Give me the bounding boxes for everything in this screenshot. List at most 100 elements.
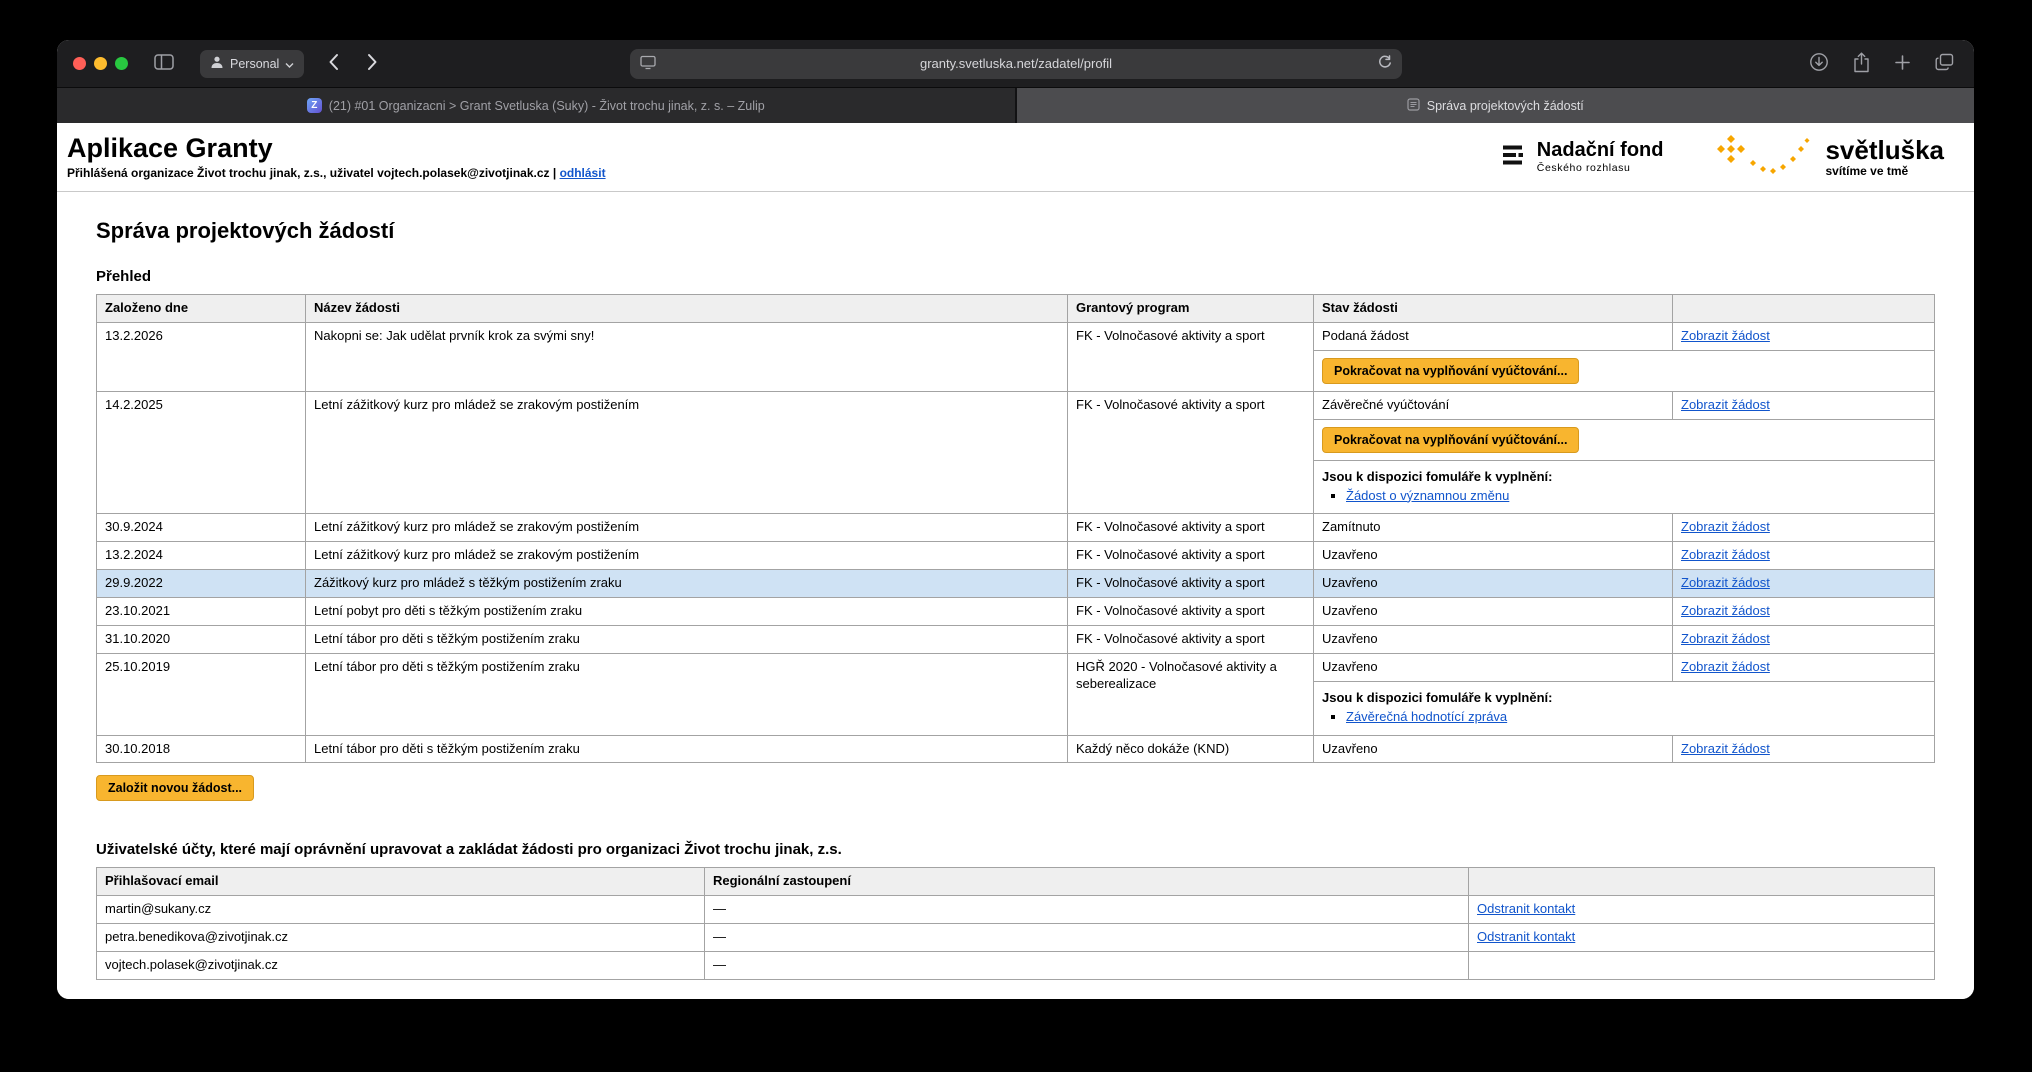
site-header-logos: Nadační fond Českého rozhlasu — [1502, 133, 1950, 182]
back-button[interactable] — [324, 49, 343, 78]
view-application-link[interactable]: Zobrazit žádost — [1681, 547, 1770, 562]
profile-label: Personal — [230, 57, 279, 71]
window-controls — [73, 57, 128, 70]
cell-application-name: Letní zážitkový kurz pro mládež se zrako… — [306, 514, 1068, 542]
cell-created-date: 30.10.2018 — [97, 735, 306, 763]
view-application-link[interactable]: Zobrazit žádost — [1681, 397, 1770, 412]
cell-email: vojtech.polasek@zivotjinak.cz — [97, 952, 705, 980]
cell-status: Uzavřeno — [1314, 735, 1673, 763]
cell-actions: Zobrazit žádost — [1673, 653, 1935, 681]
cell-status: Uzavřeno — [1314, 598, 1673, 626]
remove-contact-link[interactable]: Odstranit kontakt — [1477, 901, 1575, 916]
new-tab-button[interactable] — [1890, 50, 1915, 78]
svetluska-line1: světluška — [1825, 137, 1944, 163]
forward-button[interactable] — [363, 49, 382, 78]
overview-heading: Přehled — [96, 268, 1934, 285]
new-request-button[interactable]: Založit novou žádost... — [96, 775, 254, 801]
cell-region: — — [705, 924, 1469, 952]
form-link[interactable]: Závěrečná hodnotící zpráva — [1346, 709, 1507, 724]
cell-grant-program: FK - Volnočasové aktivity a sport — [1068, 322, 1314, 391]
tab-sprava-zadosti[interactable]: Správa projektových žádostí — [1017, 88, 1975, 123]
profile-button[interactable]: Personal — [200, 50, 304, 78]
view-application-link[interactable]: Zobrazit žádost — [1681, 519, 1770, 534]
cell-created-date: 14.2.2025 — [97, 391, 306, 514]
continue-settlement-button[interactable]: Pokračovat na vyplňování vyúčtování... — [1322, 358, 1579, 384]
cell-application-name: Letní zážitkový kurz pro mládež se zrako… — [306, 542, 1068, 570]
page-content: Aplikace Granty Přihlášená organizace Ži… — [57, 123, 1974, 999]
cell-grant-program: FK - Volnočasové aktivity a sport — [1068, 542, 1314, 570]
cell-created-date: 31.10.2020 — [97, 626, 306, 654]
tab-zulip[interactable]: Z (21) #01 Organizacni > Grant Svetluska… — [57, 88, 1015, 123]
cell-created-date: 13.2.2024 — [97, 542, 306, 570]
nadacni-fond-line1: Nadační fond — [1537, 140, 1664, 160]
view-application-link[interactable]: Zobrazit žádost — [1681, 631, 1770, 646]
chevron-left-icon — [328, 53, 339, 74]
url-text: granty.svetluska.net/zadatel/profil — [656, 56, 1377, 71]
chevron-down-icon — [285, 57, 294, 71]
close-window-button[interactable] — [73, 57, 86, 70]
tab-overview-button[interactable] — [1931, 49, 1958, 78]
view-application-link[interactable]: Zobrazit žádost — [1681, 741, 1770, 756]
main-area: Správa projektových žádostí Přehled Zalo… — [57, 192, 1974, 980]
cell-status: Uzavřeno — [1314, 653, 1673, 681]
cell-actions: Zobrazit žádost — [1673, 598, 1935, 626]
accounts-heading: Uživatelské účty, které mají oprávnění u… — [96, 841, 1934, 858]
reload-icon[interactable] — [1377, 55, 1392, 73]
logout-link[interactable]: odhlásit — [560, 166, 606, 180]
cell-application-name: Letní zážitkový kurz pro mládež se zrako… — [306, 391, 1068, 514]
view-application-link[interactable]: Zobrazit žádost — [1681, 328, 1770, 343]
cell-grant-program: FK - Volnočasové aktivity a sport — [1068, 570, 1314, 598]
form-link[interactable]: Žádost o významnou změnu — [1346, 488, 1509, 503]
user-icon — [210, 55, 224, 72]
address-bar[interactable]: granty.svetluska.net/zadatel/profil — [630, 49, 1402, 79]
svetluska-dots-icon — [1715, 133, 1815, 182]
cell-continue-settlement: Pokračovat na vyplňování vyúčtování... — [1314, 419, 1935, 460]
tab-overview-icon — [1935, 53, 1954, 74]
minimize-window-button[interactable] — [94, 57, 107, 70]
overview-header-row: Založeno dneNázev žádostiGrantový progra… — [97, 295, 1935, 323]
application-row: 31.10.2020Letní tábor pro děti s těžkým … — [97, 626, 1935, 654]
cell-application-name: Letní tábor pro děti s těžkým postižením… — [306, 735, 1068, 763]
accounts-header-row: Přihlašovací emailRegionální zastoupení — [97, 868, 1935, 896]
zoom-window-button[interactable] — [115, 57, 128, 70]
overview-column-header: Název žádosti — [306, 295, 1068, 323]
cell-email: martin@sukany.cz — [97, 896, 705, 924]
cell-actions: Zobrazit žádost — [1673, 391, 1935, 419]
cell-available-forms: Jsou k dispozici fomuláře k vyplnění:Žád… — [1314, 460, 1935, 514]
view-application-link[interactable]: Zobrazit žádost — [1681, 603, 1770, 618]
nadacni-fond-text: Nadační fond Českého rozhlasu — [1537, 140, 1664, 174]
cell-application-name: Letní tábor pro děti s těžkým postižením… — [306, 653, 1068, 735]
cell-status: Uzavřeno — [1314, 626, 1673, 654]
account-row: martin@sukany.cz—Odstranit kontakt — [97, 896, 1935, 924]
downloads-button[interactable] — [1805, 48, 1833, 79]
page-favicon — [1407, 98, 1420, 114]
cell-continue-settlement: Pokračovat na vyplňování vyúčtování... — [1314, 350, 1935, 391]
application-row: 29.9.2022Zážitkový kurz pro mládež s těž… — [97, 570, 1935, 598]
overview-column-header: Založeno dne — [97, 295, 306, 323]
cell-grant-program: HGŘ 2020 - Volnočasové aktivity a sebere… — [1068, 653, 1314, 735]
cell-status: Zamítnuto — [1314, 514, 1673, 542]
cell-account-actions — [1469, 952, 1935, 980]
share-button[interactable] — [1849, 48, 1874, 80]
overview-table: Založeno dneNázev žádostiGrantový progra… — [96, 294, 1935, 763]
view-application-link[interactable]: Zobrazit žádost — [1681, 575, 1770, 590]
application-row: 23.10.2021Letní pobyt pro děti s těžkým … — [97, 598, 1935, 626]
tab-label: (21) #01 Organizacni > Grant Svetluska (… — [329, 99, 765, 113]
share-icon — [1853, 52, 1870, 76]
sidebar-icon — [154, 54, 174, 73]
toolbar-right-icons — [1805, 48, 1958, 80]
accounts-column-header: Regionální zastoupení — [705, 868, 1469, 896]
overview-column-header: Stav žádosti — [1314, 295, 1673, 323]
accounts-column-header — [1469, 868, 1935, 896]
overview-column-header — [1673, 295, 1935, 323]
page-title: Správa projektových žádostí — [96, 218, 1934, 244]
cell-grant-program: FK - Volnočasové aktivity a sport — [1068, 598, 1314, 626]
application-row: 25.10.2019Letní tábor pro děti s těžkým … — [97, 653, 1935, 681]
view-application-link[interactable]: Zobrazit žádost — [1681, 659, 1770, 674]
sidebar-toggle-button[interactable] — [150, 50, 178, 77]
browser-window: Personal granty.svetluska.net/zadatel/pr… — [57, 40, 1974, 999]
continue-settlement-button[interactable]: Pokračovat na vyplňování vyúčtování... — [1322, 427, 1579, 453]
browser-titlebar: Personal granty.svetluska.net/zadatel/pr… — [57, 40, 1974, 87]
cell-region: — — [705, 952, 1469, 980]
remove-contact-link[interactable]: Odstranit kontakt — [1477, 929, 1575, 944]
